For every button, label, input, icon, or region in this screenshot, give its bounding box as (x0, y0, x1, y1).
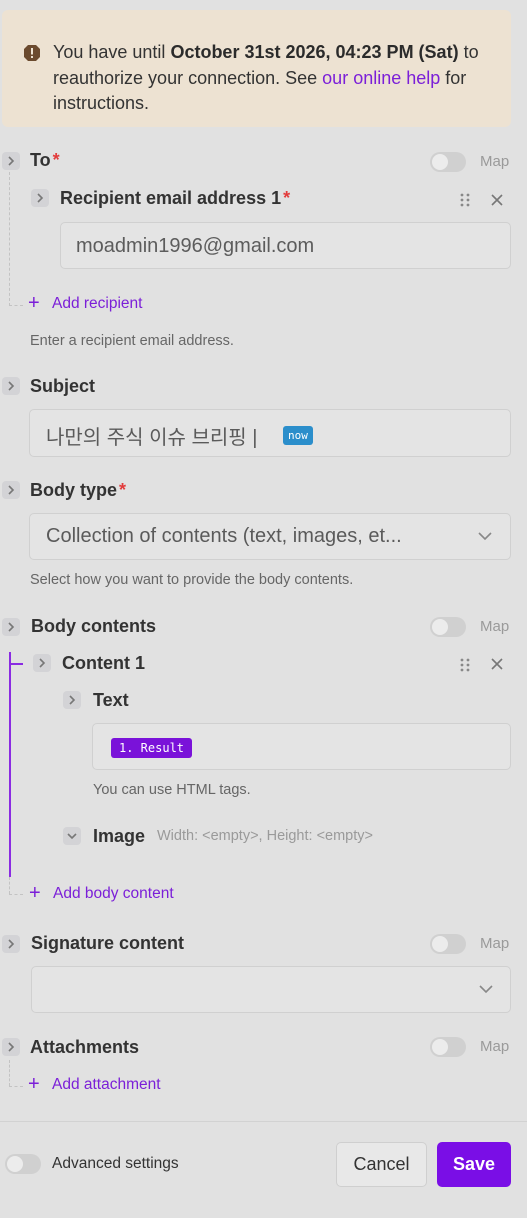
tree-line (9, 1060, 10, 1086)
online-help-link[interactable]: our online help (322, 68, 440, 88)
add-attachment-link[interactable]: Add attachment (52, 1076, 161, 1094)
advanced-settings-toggle[interactable] (5, 1154, 41, 1174)
reauthorize-warning-banner: You have until October 31st 2026, 04:23 … (2, 10, 511, 127)
image-label: Image (93, 826, 146, 846)
text-expand-chevron[interactable] (63, 691, 81, 709)
advanced-settings-label: Advanced settings (52, 1155, 179, 1172)
subject-input[interactable]: 나만의 주식 이슈 브리핑 | now (29, 409, 511, 457)
add-recipient-link[interactable]: Add recipient (52, 295, 142, 313)
signature-label: Signature content (31, 933, 185, 953)
remove-content-close-icon[interactable] (491, 658, 503, 670)
required-asterisk: * (119, 480, 127, 500)
body-contents-map-toggle[interactable] (430, 617, 466, 637)
warning-icon (24, 45, 40, 61)
text-label: Text (93, 690, 129, 710)
recipient-email-input[interactable]: moadmin1996@gmail.com (60, 222, 511, 269)
content1-label: Content 1 (62, 653, 145, 673)
remove-recipient-close-icon[interactable] (491, 194, 503, 206)
add-attachment-plus-icon[interactable]: + (28, 1073, 40, 1096)
body-type-value: Collection of contents (text, images, et… (46, 525, 402, 547)
text-content-input[interactable]: 1. Result (92, 723, 511, 770)
body-type-expand-chevron[interactable] (2, 481, 20, 499)
warning-message: You have until October 31st 2026, 04:23 … (53, 42, 479, 113)
tree-line (9, 305, 23, 306)
text-hint: You can use HTML tags. (93, 782, 251, 798)
to-hint: Enter a recipient email address. (30, 333, 234, 349)
drag-handle-icon[interactable] (459, 192, 471, 208)
tree-line (9, 172, 10, 306)
body-type-label: Body type * (30, 480, 127, 500)
recipient-email-value: moadmin1996@gmail.com (76, 235, 315, 257)
add-recipient-plus-icon[interactable]: + (28, 292, 40, 315)
tree-line (9, 877, 10, 894)
to-label: To * (30, 150, 60, 170)
image-collapse-chevron[interactable] (63, 827, 81, 845)
attachments-map-label: Map (480, 1038, 510, 1055)
signature-map-label: Map (480, 935, 510, 952)
content-active-indicator (9, 652, 11, 877)
result-variable-tag[interactable]: 1. Result (111, 738, 193, 758)
to-expand-chevron[interactable] (2, 152, 20, 170)
to-map-label: Map (480, 153, 510, 170)
body-type-select[interactable]: Collection of contents (text, images, et… (29, 513, 511, 560)
module-settings-panel: You have until October 31st 2026, 04:23 … (0, 0, 527, 1218)
chevron-down-icon (479, 985, 493, 994)
attachments-label: Attachments (30, 1037, 140, 1057)
image-meta: Width: <empty>, Height: <empty> (157, 828, 373, 844)
body-contents-expand-chevron[interactable] (2, 618, 20, 636)
tree-line (9, 1086, 23, 1087)
attachments-expand-chevron[interactable] (2, 1038, 20, 1056)
drag-handle-icon[interactable] (459, 657, 471, 673)
tree-line (9, 894, 23, 895)
subject-label: Subject (30, 376, 96, 396)
signature-select[interactable] (31, 966, 511, 1013)
subject-value: 나만의 주식 이슈 브리핑 | (46, 427, 258, 449)
footer-divider (0, 1121, 527, 1122)
body-contents-label: Body contents (31, 616, 157, 636)
content1-expand-chevron[interactable] (33, 654, 51, 672)
content-active-branch (9, 663, 23, 665)
save-button[interactable]: Save (437, 1142, 511, 1187)
body-contents-map-label: Map (480, 618, 510, 635)
add-body-content-link[interactable]: Add body content (53, 885, 174, 903)
signature-expand-chevron[interactable] (2, 935, 20, 953)
required-asterisk: * (52, 150, 60, 170)
recipient-label: Recipient email address 1 * (60, 188, 291, 208)
attachments-map-toggle[interactable] (430, 1037, 466, 1057)
deadline-text: October 31st 2026, 04:23 PM (Sat) (170, 42, 459, 62)
now-variable-tag[interactable]: now (283, 426, 313, 445)
body-type-hint: Select how you want to provide the body … (30, 572, 354, 588)
required-asterisk: * (283, 188, 291, 208)
to-map-toggle[interactable] (430, 152, 466, 172)
chevron-down-icon (478, 532, 492, 541)
subject-expand-chevron[interactable] (2, 377, 20, 395)
recipient-expand-chevron[interactable] (31, 189, 49, 207)
signature-map-toggle[interactable] (430, 934, 466, 954)
add-body-content-plus-icon[interactable]: + (29, 882, 41, 905)
cancel-button[interactable]: Cancel (336, 1142, 427, 1187)
